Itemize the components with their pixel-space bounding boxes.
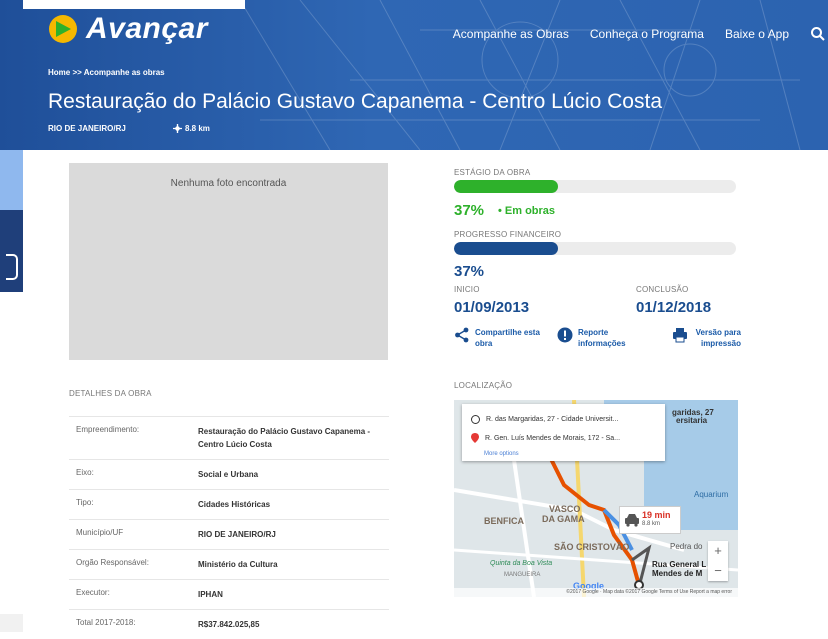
details-heading: DETALHES DA OBRA bbox=[69, 389, 152, 398]
share-button[interactable]: Compartilhe esta obra bbox=[454, 327, 549, 349]
share-icon bbox=[455, 327, 469, 343]
print-button[interactable]: Versão para impressão bbox=[672, 327, 741, 349]
directions-box[interactable]: R. das Margaridas, 27 - Cidade Universit… bbox=[462, 404, 665, 461]
map-label-mangueira: MANGUEIRA bbox=[504, 572, 541, 578]
start-date: 01/09/2013 bbox=[454, 299, 530, 316]
map-label-vasco: VASCO bbox=[549, 504, 581, 514]
report-button[interactable]: Reporte informações bbox=[557, 327, 628, 349]
car-icon bbox=[625, 514, 639, 527]
detail-value: RIO DE JANEIRO/RJ bbox=[198, 530, 276, 539]
nav-item-app[interactable]: Baixe o App bbox=[725, 27, 789, 41]
printer-icon bbox=[673, 328, 687, 343]
brand-name: Avançar bbox=[86, 12, 208, 45]
logo-arrow-icon bbox=[49, 15, 77, 43]
zoom-out-button[interactable]: − bbox=[708, 561, 728, 581]
finance-label: PROGRESSO FINANCEIRO bbox=[454, 230, 562, 239]
map-label-destination-2: Mendes de M bbox=[652, 569, 703, 578]
photo-empty-text: Nenhuma foto encontrada bbox=[170, 178, 287, 189]
print-label: Versão para impressão bbox=[695, 328, 741, 348]
map-heading: LOCALIZAÇÃO bbox=[454, 381, 513, 390]
detail-key: Município/UF bbox=[76, 528, 124, 537]
origin-circle-icon bbox=[471, 415, 480, 424]
start-label: INICIO bbox=[454, 285, 480, 294]
alert-icon bbox=[557, 327, 573, 343]
project-location: RIO DE JANEIRO/RJ bbox=[48, 124, 126, 133]
crosshair-icon bbox=[173, 124, 182, 133]
map-label-pedra: Pedra do bbox=[670, 542, 703, 551]
end-label: CONCLUSÃO bbox=[636, 285, 689, 294]
detail-key: Tipo: bbox=[76, 498, 94, 507]
destination-text: R. Gen. Luís Mendes de Morais, 172 - Sa.… bbox=[485, 434, 621, 442]
pin-icon bbox=[471, 433, 479, 443]
top-blank-strip bbox=[23, 0, 245, 9]
map-label-quinta: Quinta da Boa Vista bbox=[490, 560, 553, 567]
travel-info-box: 19 min 8.8 km bbox=[619, 506, 681, 534]
main-nav: Acompanhe as Obras Conheça o Programa Ba… bbox=[453, 26, 828, 42]
share-label: Compartilhe esta obra bbox=[475, 328, 540, 348]
finance-percent: 37% bbox=[454, 263, 485, 280]
distance-value: 8.8 km bbox=[185, 124, 210, 133]
breadcrumb[interactable]: Home >> Acompanhe as obras bbox=[48, 68, 165, 77]
detail-key: Orgão Responsável: bbox=[76, 558, 149, 567]
stage-progress-bar bbox=[454, 180, 736, 193]
travel-distance: 8.8 km bbox=[642, 521, 661, 527]
detail-value: Ministério da Cultura bbox=[198, 560, 278, 569]
map-attribution: ©2017 Google · Map data ©2017 Google Ter… bbox=[454, 588, 738, 597]
details-table: Empreendimento: Restauração do Palácio G… bbox=[69, 416, 389, 639]
brand-logo[interactable]: Avançar bbox=[48, 12, 208, 46]
zoom-in-button[interactable]: + bbox=[708, 541, 728, 561]
travel-time: 19 min bbox=[642, 510, 671, 520]
finance-progress-bar bbox=[454, 242, 736, 255]
finance-progress-fill bbox=[454, 242, 559, 255]
nav-item-acompanhe[interactable]: Acompanhe as Obras bbox=[453, 27, 569, 41]
project-distance: 8.8 km bbox=[173, 124, 210, 133]
photo-placeholder: Nenhuma foto encontrada bbox=[69, 163, 388, 360]
detail-value: Restauração do Palácio Gustavo Capanema … bbox=[198, 427, 371, 449]
detail-key: Total 2017-2018: bbox=[76, 618, 136, 627]
map-label-aquarium: Aquarium bbox=[694, 490, 729, 499]
table-row: Orgão Responsável: Ministério da Cultura bbox=[69, 549, 389, 579]
detail-value: Social e Urbana bbox=[198, 470, 259, 479]
page-title: Restauração do Palácio Gustavo Capanema … bbox=[48, 90, 663, 113]
map-zoom-control[interactable]: + − bbox=[708, 541, 728, 581]
more-options-link[interactable]: More options bbox=[484, 451, 519, 457]
table-row: Total 2017-2018: R$37.842.025,85 bbox=[69, 609, 389, 639]
detail-key: Empreendimento: bbox=[76, 425, 140, 434]
map-label-benfica: BENFICA bbox=[484, 516, 524, 526]
nav-item-conheca[interactable]: Conheça o Programa bbox=[590, 27, 704, 41]
detail-key: Eixo: bbox=[76, 468, 94, 477]
detail-value: Cidades Históricas bbox=[198, 500, 271, 509]
table-row: Eixo: Social e Urbana bbox=[69, 459, 389, 489]
stage-percent: 37% bbox=[454, 202, 485, 219]
stage-status: • Em obras bbox=[498, 205, 556, 217]
table-row: Município/UF RIO DE JANEIRO/RJ bbox=[69, 519, 389, 549]
map-label-sao-cristovao: SÃO CRISTOVÃO bbox=[554, 542, 630, 552]
report-label: Reporte informações bbox=[578, 328, 626, 348]
directions-origin: R. das Margaridas, 27 - Cidade Universit… bbox=[471, 415, 618, 424]
stage-progress-fill bbox=[454, 180, 559, 193]
stage-label: ESTÁGIO DA OBRA bbox=[454, 168, 531, 177]
origin-text: R. das Margaridas, 27 - Cidade Universit… bbox=[486, 416, 619, 423]
map-label-destination-1: Rua General L bbox=[652, 560, 707, 569]
table-row: Tipo: Cidades Históricas bbox=[69, 489, 389, 519]
map-label-campus: ersitaria bbox=[676, 416, 708, 425]
detail-value: R$37.842.025,85 bbox=[198, 620, 260, 629]
table-row: Executor: IPHAN bbox=[69, 579, 389, 609]
end-date: 01/12/2018 bbox=[636, 299, 712, 316]
map-label-gama: DA GAMA bbox=[542, 514, 585, 524]
directions-destination: R. Gen. Luís Mendes de Morais, 172 - Sa.… bbox=[471, 433, 620, 443]
search-icon[interactable] bbox=[810, 26, 826, 42]
location-map[interactable]: R. das Margaridas, 27 - Cidade Universit… bbox=[454, 400, 738, 597]
detail-value: IPHAN bbox=[198, 590, 223, 599]
detail-key: Executor: bbox=[76, 588, 110, 597]
table-row: Empreendimento: Restauração do Palácio G… bbox=[69, 416, 389, 459]
